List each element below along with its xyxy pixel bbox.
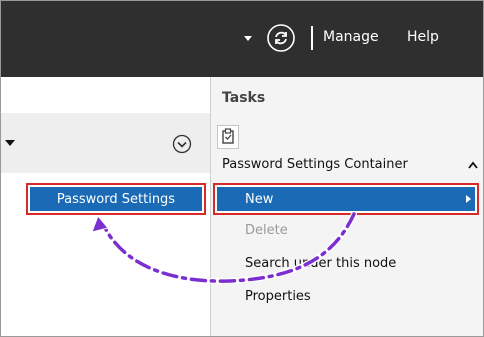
top-toolbar: Manage Help <box>1 1 483 77</box>
clipboard-icon[interactable] <box>217 125 239 149</box>
submenu-arrow-icon <box>466 195 471 203</box>
task-delete[interactable]: Delete <box>245 223 288 238</box>
left-pane-header <box>1 113 210 173</box>
task-properties[interactable]: Properties <box>245 289 311 304</box>
dropdown-arrow-icon[interactable] <box>244 36 252 41</box>
tasks-section-header[interactable]: Password Settings Container <box>211 153 483 179</box>
password-settings-label: Password Settings <box>30 187 202 211</box>
app-window: Manage Help Tasks Password Settings Cont… <box>0 0 484 337</box>
toolbar-separator <box>311 26 313 50</box>
task-new-label: New <box>245 192 274 207</box>
refresh-icon[interactable] <box>266 23 296 53</box>
task-new[interactable]: New <box>213 183 479 215</box>
manage-menu[interactable]: Manage <box>323 29 379 45</box>
chevron-up-icon[interactable] <box>468 161 478 169</box>
chevron-down-circle-icon[interactable] <box>172 134 192 154</box>
caret-down-icon[interactable] <box>5 140 15 146</box>
help-menu[interactable]: Help <box>407 29 439 45</box>
task-search-under-node[interactable]: Search under this node <box>245 256 396 271</box>
tasks-title: Tasks <box>222 90 266 106</box>
password-settings-item[interactable]: Password Settings <box>26 183 206 215</box>
section-header-label: Password Settings Container <box>222 157 408 172</box>
